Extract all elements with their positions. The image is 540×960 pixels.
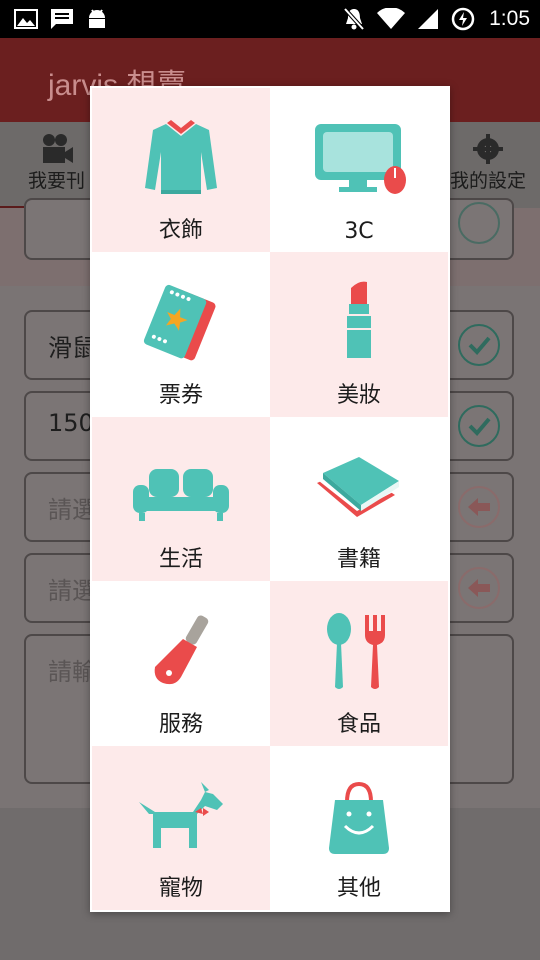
- category-living-label: 生活: [158, 547, 203, 573]
- category-cosmetics-label: 美妝: [336, 382, 381, 408]
- category-books-label: 書籍: [336, 547, 381, 573]
- category-other[interactable]: 其他: [270, 745, 448, 910]
- dog-icon: [139, 781, 223, 848]
- utensils-icon: [327, 613, 385, 690]
- title-field-value: 滑鼠: [48, 334, 96, 362]
- category-dialog: 衣飾 3C 票券 美妝 生活 書籍 服務 食品 寵物 其他: [90, 86, 450, 912]
- computer-monitor-icon: [315, 124, 406, 194]
- category-tickets-label: 票券: [158, 382, 203, 408]
- arrow-left-icon: [458, 486, 500, 528]
- arrow-left-icon: [458, 567, 500, 609]
- tickets-icon: [143, 285, 216, 361]
- video-camera-icon: [42, 134, 73, 163]
- sofa-icon: [133, 468, 229, 521]
- category-select-placeholder: 請選: [48, 496, 96, 524]
- category-living[interactable]: 生活: [92, 416, 270, 582]
- location-select-placeholder: 請選: [48, 577, 96, 605]
- tab-settings[interactable]: 我的設定: [450, 132, 526, 193]
- category-tickets[interactable]: 票券: [92, 252, 270, 417]
- mute-bell-icon: [343, 7, 365, 31]
- battery-saver-icon: [451, 7, 475, 31]
- message-notification-icon: [51, 9, 73, 29]
- category-food-label: 食品: [336, 711, 381, 737]
- category-cosmetics[interactable]: 美妝: [270, 252, 448, 417]
- wifi-icon: [377, 8, 406, 29]
- check-icon: [458, 324, 500, 366]
- price-field-value: 150: [48, 409, 94, 437]
- signal-icon: [418, 9, 439, 29]
- tab-post[interactable]: 我要刊: [28, 132, 85, 193]
- gear-icon: [473, 134, 503, 164]
- category-clothing-label: 衣飾: [158, 218, 203, 244]
- status-time: 1:05: [489, 7, 530, 30]
- books-icon: [317, 456, 399, 517]
- status-bar: 1:05: [0, 0, 540, 38]
- photo-check-icon: [458, 202, 500, 244]
- image-notification-icon: [14, 9, 38, 29]
- category-pets[interactable]: 寵物: [92, 745, 270, 910]
- check-icon: [458, 405, 500, 447]
- android-notification-icon: [89, 9, 105, 28]
- shopping-bag-icon: [329, 781, 389, 854]
- tab-post-label: 我要刊: [28, 170, 86, 192]
- lipstick-icon: [347, 281, 371, 359]
- category-clothing[interactable]: 衣飾: [92, 88, 270, 253]
- category-grid: 衣飾 3C 票券 美妝 生活 書籍 服務 食品 寵物 其他: [92, 88, 448, 910]
- category-services-label: 服務: [158, 711, 203, 737]
- tab-settings-label: 我的設定: [450, 170, 527, 192]
- category-services[interactable]: 服務: [92, 581, 270, 746]
- category-food[interactable]: 食品: [270, 581, 448, 746]
- category-pets-label: 寵物: [158, 875, 203, 901]
- category-3c[interactable]: 3C: [270, 88, 448, 253]
- category-other-label: 其他: [336, 875, 381, 901]
- description-placeholder: 請輸: [48, 658, 96, 686]
- tool-icon: [154, 615, 209, 685]
- category-3c-label: 3C: [344, 219, 374, 245]
- sweater-icon: [145, 120, 217, 194]
- category-books[interactable]: 書籍: [270, 416, 448, 582]
